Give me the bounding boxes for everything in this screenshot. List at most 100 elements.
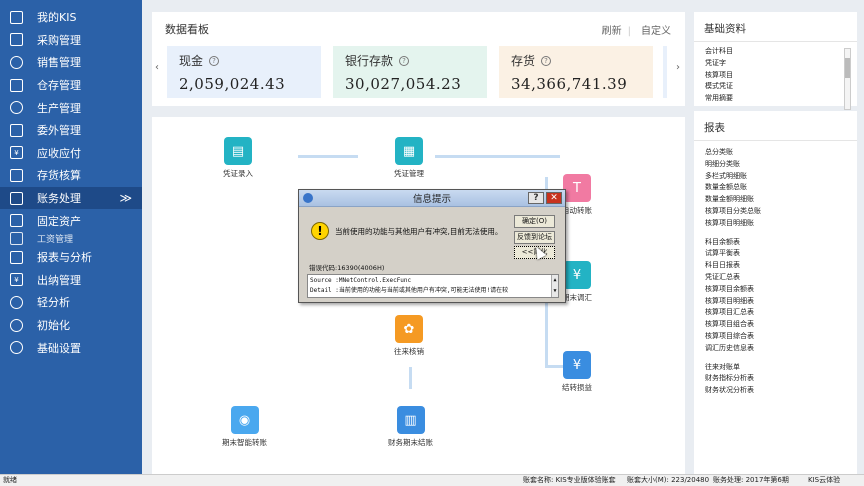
cash-card[interactable]: 现金? 2,059,024.43 (167, 46, 321, 98)
nav-receivable-payable[interactable]: ¥ 应收应付 (0, 142, 142, 165)
scroll-right-arrow[interactable]: › (676, 62, 680, 73)
list-item[interactable]: 财务指标分析表 (705, 373, 857, 385)
nav-warehouse[interactable]: 仓存管理 (0, 74, 142, 97)
nav-fixed-assets[interactable]: 固定资产 (0, 209, 142, 232)
node-voucher-entry[interactable]: ▤ 凭证录入 (223, 137, 253, 179)
node-financial-close[interactable]: ▥ 财务期末结账 (388, 406, 433, 448)
close-button[interactable]: ✕ (546, 192, 562, 204)
dashboard-actions: 刷新 | 自定义 (592, 22, 671, 37)
info-dialog: 信息提示 ? ✕ ! 当前使用的功能与其他用户有冲突,目前无法使用。 确定(O)… (298, 189, 566, 303)
bank-deposit-card[interactable]: 银行存款? 30,027,054.23 (333, 46, 487, 98)
list-item[interactable]: 调汇历史信息表 (705, 343, 857, 355)
node-label: 结转损益 (562, 383, 592, 392)
nav-production[interactable]: 生产管理 (0, 96, 142, 119)
nav-inventory-accounting[interactable]: 存货核算 (0, 164, 142, 187)
list-item[interactable]: 模式凭证 (705, 81, 857, 93)
status-book-size: 账套大小(M): 223/20480 (627, 476, 710, 484)
node-contact-verify[interactable]: ✿ 往来核销 (394, 315, 424, 357)
inventory-card[interactable]: 存货? 34,366,741.39 (499, 46, 653, 98)
nav-label: 轻分析 (37, 296, 70, 310)
list-item[interactable]: 试算平衡表 (705, 248, 857, 260)
list-item[interactable]: 常用摘要 (705, 93, 857, 105)
nav-label: 应收应付 (37, 146, 81, 160)
list-item[interactable]: 凭证汇总表 (705, 272, 857, 284)
list-item[interactable]: 明细分类账 (705, 159, 857, 171)
node-period-adjust[interactable]: ¥ 期末调汇 (562, 261, 592, 303)
nav-initialization[interactable]: 初始化 (0, 314, 142, 337)
search-chart-icon (10, 295, 23, 309)
cart-icon (10, 33, 23, 47)
list-item[interactable]: 核算项目明细账 (705, 218, 857, 230)
list-item[interactable]: 总分类账 (705, 147, 857, 159)
customize-link[interactable]: 自定义 (641, 26, 671, 37)
list-item[interactable]: 科目日报表 (705, 260, 857, 272)
feedback-button[interactable]: 反馈到论坛 (514, 231, 555, 244)
help-icon[interactable]: ? (209, 55, 220, 66)
grid-icon (10, 123, 23, 137)
nav-my-kis[interactable]: 我的KIS (0, 6, 142, 29)
scrollbar-thumb[interactable] (845, 58, 850, 78)
node-label: 财务期末结账 (388, 438, 433, 447)
card-value: 2,059,024.43 (179, 75, 286, 93)
node-label: 期末调汇 (562, 293, 592, 302)
list-item[interactable]: 核算项目汇总表 (705, 307, 857, 319)
node-voucher-manage[interactable]: ▦ 凭证管理 (394, 137, 424, 179)
help-icon[interactable]: ? (541, 55, 552, 66)
flow-arrow (409, 371, 412, 387)
list-item[interactable]: 科目余额表 (705, 237, 857, 249)
data-dashboard: 数据看板 刷新 | 自定义 ‹ 现金? 2,059,024.43 银行存款? 30,… (152, 12, 685, 106)
nav-outsource[interactable]: 委外管理 (0, 119, 142, 142)
list-item[interactable]: 核算项目组合表 (705, 319, 857, 331)
nav-sales[interactable]: 销售管理 (0, 51, 142, 74)
nav-ledger[interactable]: 账务处理 ≫ (0, 186, 142, 210)
nav-label: 出纳管理 (37, 273, 81, 287)
status-cloud[interactable]: KIS云体验 (808, 475, 840, 486)
nav-cashier[interactable]: ¥ 出纳管理 (0, 269, 142, 292)
status-period: 账务处理: 2017年第6期 (713, 476, 789, 484)
status-book-name: 账套名称: KIS专业版体验账套 (523, 476, 616, 484)
node-smart-transfer[interactable]: ◉ 期末智能转账 (222, 406, 267, 448)
help-button[interactable]: ? (528, 192, 544, 204)
list-item[interactable]: 凭证字 (705, 58, 857, 70)
node-label: 凭证录入 (223, 169, 253, 178)
basic-info-list: 会计科目 凭证字 核算项目 模式凭证 常用摘要 (694, 42, 857, 105)
nav-basic-settings[interactable]: 基础设置 (0, 336, 142, 359)
settings-icon (10, 341, 23, 355)
ok-button[interactable]: 确定(O) (514, 215, 555, 228)
list-item[interactable]: 核算项目 (705, 70, 857, 82)
gear-icon (10, 101, 23, 115)
list-item[interactable]: 核算项目余额表 (705, 284, 857, 296)
transfer-icon: T (563, 174, 591, 202)
nav-label: 采购管理 (37, 33, 81, 47)
list-item[interactable]: 往来对账单 (705, 362, 857, 374)
list-item[interactable]: 核算项目分类总账 (705, 206, 857, 218)
refresh-link[interactable]: 刷新 (602, 26, 622, 37)
wallet-icon (10, 232, 23, 246)
node-auto-transfer[interactable]: T 自动转账 (562, 174, 592, 216)
scroll-down-icon[interactable]: ▼ (552, 286, 558, 297)
list-item[interactable]: 数量金额明细账 (705, 194, 857, 206)
warning-icon: ! (311, 222, 329, 240)
list-item[interactable]: 会计科目 (705, 46, 857, 58)
nav-light-analysis[interactable]: 轻分析 (0, 291, 142, 314)
list-item[interactable]: 核算项目综合表 (705, 331, 857, 343)
nav-payroll[interactable]: 工资管理 (0, 232, 142, 246)
list-item[interactable]: 核算项目明细表 (705, 296, 857, 308)
sidebar: 我的KIS 采购管理 销售管理 仓存管理 生产管理 委外管理 ¥ 应收应付 存货核… (0, 0, 142, 474)
scroll-left-arrow[interactable]: ‹ (155, 62, 159, 73)
scroll-up-icon[interactable]: ▲ (552, 275, 558, 286)
nav-label: 基础设置 (37, 341, 81, 355)
nav-purchase[interactable]: 采购管理 (0, 29, 142, 52)
detail-scrollbar[interactable]: ▲ ▼ (551, 275, 558, 297)
divider: | (627, 26, 631, 37)
scrollbar[interactable] (844, 48, 851, 110)
list-item[interactable]: 多栏式明细账 (705, 171, 857, 183)
node-close-profit-loss[interactable]: ¥ 结转损益 (562, 351, 592, 393)
help-icon[interactable]: ? (399, 55, 410, 66)
list-item[interactable]: 财务状况分析表 (705, 385, 857, 397)
dialog-titlebar[interactable]: 信息提示 ? ✕ (299, 190, 565, 207)
nav-reports-analysis[interactable]: 报表与分析 (0, 246, 142, 269)
list-item[interactable]: 数量金额总账 (705, 182, 857, 194)
next-card-edge (663, 46, 667, 98)
error-detail-textbox[interactable]: Source :MNetControl.ExecFunc Detail :当前使… (307, 274, 559, 298)
